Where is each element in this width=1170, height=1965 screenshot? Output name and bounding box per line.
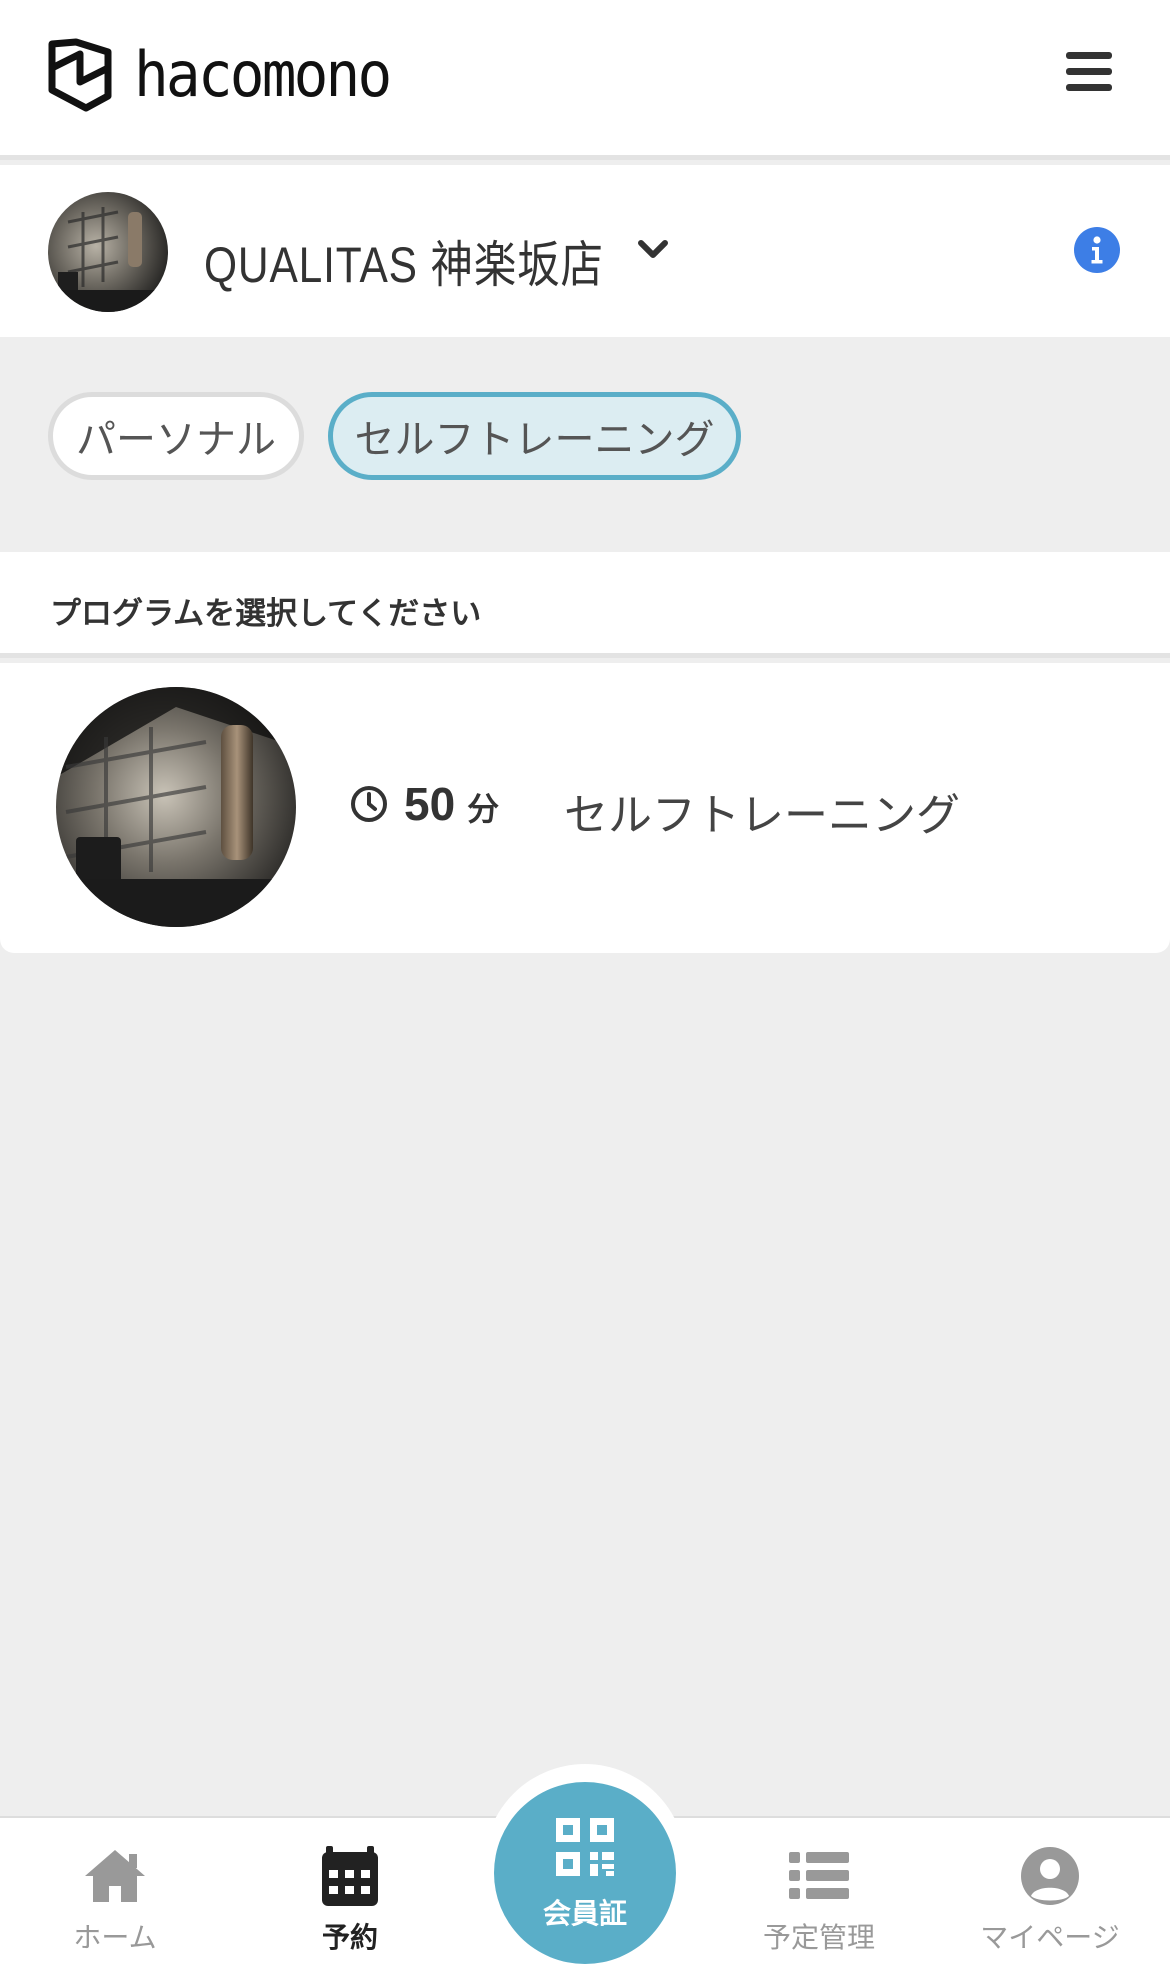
qr-code-icon — [556, 1818, 614, 1876]
hacomono-logo-icon — [48, 38, 112, 112]
program-name: セルフトレーニング — [564, 790, 960, 841]
member-card-label: 会員証 — [542, 1897, 627, 1930]
studio-selector: QUALITAS 神楽坂店 — [0, 165, 1170, 337]
nav-schedule[interactable]: 予定管理 — [719, 1818, 919, 1965]
nav-reservation-label: 予約 — [321, 1921, 378, 1954]
category-filter: パーソナル セルフトレーニング — [0, 337, 1170, 552]
program-card[interactable]: 50 分 セルフトレーニング — [0, 663, 1170, 953]
user-icon — [1021, 1847, 1079, 1905]
home-icon — [85, 1850, 145, 1902]
duration-value: 50 — [404, 778, 456, 830]
app-header: hacomono — [0, 0, 1170, 160]
nav-reservation[interactable]: 予約 — [250, 1818, 450, 1965]
nav-home-label: ホーム — [73, 1921, 157, 1954]
reservation-page: hacomono QUALITAS 神楽坂店 パーソナル セルフトレーニング プ… — [0, 0, 1170, 1965]
category-chip-personal[interactable]: パーソナル — [48, 392, 304, 480]
program-section-header: プログラムを選択してください — [0, 552, 1170, 658]
studio-name[interactable]: QUALITAS 神楽坂店 — [204, 225, 604, 297]
category-chip-self-training[interactable]: セルフトレーニング — [328, 392, 741, 480]
brand-name: hacomono — [134, 38, 392, 111]
calendar-icon — [322, 1846, 378, 1906]
hamburger-menu-icon — [1066, 52, 1112, 59]
nav-schedule-label: 予定管理 — [762, 1921, 875, 1954]
list-icon — [789, 1852, 849, 1899]
member-card-button[interactable]: 会員証 — [494, 1782, 676, 1964]
section-title: プログラムを選択してください — [50, 596, 482, 632]
info-icon[interactable] — [1074, 227, 1120, 273]
clock-icon — [351, 786, 387, 822]
nav-mypage[interactable]: マイページ — [950, 1818, 1150, 1965]
program-duration: 50 分 — [404, 777, 499, 831]
brand-logo[interactable]: hacomono — [46, 38, 409, 112]
studio-avatar — [48, 192, 168, 312]
program-thumbnail — [56, 687, 296, 927]
hamburger-menu-button[interactable] — [1066, 52, 1112, 92]
nav-mypage-label: マイページ — [980, 1921, 1120, 1954]
chevron-down-icon[interactable] — [636, 233, 670, 267]
nav-home[interactable]: ホーム — [15, 1818, 215, 1965]
duration-unit: 分 — [467, 790, 500, 828]
